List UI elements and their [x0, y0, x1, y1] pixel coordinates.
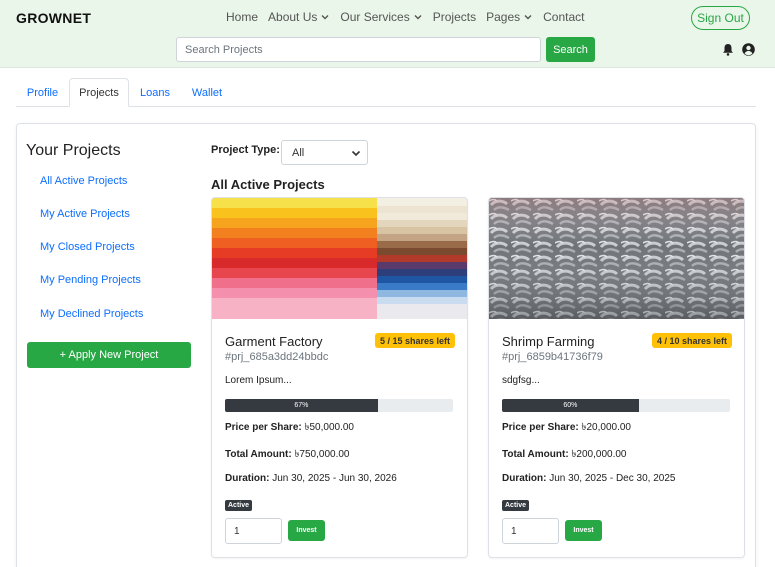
nav-home-label: Home: [226, 10, 259, 24]
tab-wallet[interactable]: Wallet: [181, 78, 233, 107]
quantity-input[interactable]: [225, 518, 282, 544]
status-badge: Active: [225, 500, 253, 511]
project-description: sdgfsg...: [502, 375, 540, 386]
apply-new-project-button[interactable]: + Apply New Project: [27, 342, 191, 368]
sidebar-title: Your Projects: [26, 142, 121, 159]
nav-home[interactable]: Home: [226, 10, 258, 24]
nav-contact[interactable]: Contact: [543, 10, 584, 24]
project-type-label: Project Type:: [211, 144, 280, 156]
price-per-share: Price per Share: ৳20,000.00: [502, 420, 631, 437]
project-type-selected: All: [292, 146, 305, 159]
duration-label: Duration:: [502, 473, 547, 484]
section-title: All Active Projects: [211, 177, 325, 192]
project-name: Shrimp Farming: [502, 334, 595, 349]
chevron-down-icon: [414, 15, 422, 20]
nav-pages[interactable]: Pages: [486, 10, 533, 24]
shares-left-badge: 4 / 10 shares left: [651, 333, 732, 348]
invest-button[interactable]: Invest: [565, 520, 602, 541]
duration-label: Duration:: [225, 473, 270, 484]
tab-profile[interactable]: Profile: [16, 78, 69, 107]
price-label: Price per Share:: [502, 422, 579, 433]
tab-loans[interactable]: Loans: [129, 78, 181, 107]
progress-fill: 60%: [502, 399, 639, 412]
price-value: ৳50,000.00: [304, 422, 354, 433]
main-nav: Home About Us Our Services Projects Page…: [226, 10, 594, 24]
project-id: #prj_685a3dd24bbdc: [225, 351, 329, 363]
tab-projects[interactable]: Projects: [69, 78, 129, 107]
status-badge: Active: [502, 500, 530, 511]
project-id: #prj_6859b41736f79: [502, 351, 603, 363]
funding-progress-bar: 60%: [502, 399, 730, 412]
brand-logo[interactable]: GROWNET: [16, 10, 91, 26]
price-value: ৳20,000.00: [581, 422, 631, 433]
nav-projects[interactable]: Projects: [433, 10, 476, 24]
nav-our-services[interactable]: Our Services: [340, 10, 422, 24]
project-type-select[interactable]: All: [281, 140, 368, 165]
shrimp-image: [489, 198, 744, 319]
invest-button[interactable]: Invest: [288, 520, 325, 541]
sign-out-button[interactable]: Sign Out: [691, 6, 750, 30]
nav-about-us-label: About Us: [268, 10, 318, 24]
price-per-share: Price per Share: ৳50,000.00: [225, 420, 354, 437]
quantity-input[interactable]: [502, 518, 559, 544]
project-description: Lorem Ipsum...: [225, 375, 292, 386]
top-navbar: GROWNET Home About Us Our Services Proje…: [0, 0, 775, 68]
duration-value: Jun 30, 2025 - Jun 30, 2026: [272, 473, 397, 484]
chevron-down-icon: [321, 15, 329, 20]
funding-progress-bar: 67%: [225, 399, 453, 412]
project-card: Garment Factory 5 / 15 shares left #prj_…: [211, 197, 468, 558]
sidebar-link-my-declined[interactable]: My Declined Projects: [40, 308, 143, 320]
shares-left-badge: 5 / 15 shares left: [374, 333, 455, 348]
sidebar-link-all-active[interactable]: All Active Projects: [40, 175, 127, 187]
bell-icon[interactable]: [722, 43, 734, 56]
chevron-down-icon: [351, 150, 361, 157]
fabric-stack-image: [212, 198, 467, 319]
sidebar-link-my-pending[interactable]: My Pending Projects: [40, 274, 141, 286]
project-name: Garment Factory: [225, 334, 323, 349]
price-label: Price per Share:: [225, 422, 302, 433]
duration-value: Jun 30, 2025 - Dec 30, 2025: [549, 473, 676, 484]
nav-about-us[interactable]: About Us: [268, 10, 330, 24]
nav-our-services-label: Our Services: [340, 10, 410, 24]
total-amount: Total Amount: ৳200,000.00: [502, 447, 626, 464]
nav-projects-label: Projects: [432, 10, 477, 24]
total-label: Total Amount:: [502, 449, 569, 460]
profile-tabs: Profile Projects Loans Wallet: [16, 78, 756, 107]
chevron-down-icon: [524, 15, 532, 20]
nav-pages-label: Pages: [486, 10, 521, 24]
search-input[interactable]: [176, 37, 541, 62]
duration: Duration: Jun 30, 2025 - Jun 30, 2026: [225, 473, 397, 484]
total-value: ৳200,000.00: [571, 449, 627, 460]
total-label: Total Amount:: [225, 449, 292, 460]
total-amount: Total Amount: ৳750,000.00: [225, 447, 349, 464]
project-card: Shrimp Farming 4 / 10 shares left #prj_6…: [488, 197, 745, 558]
sidebar-link-my-closed[interactable]: My Closed Projects: [40, 241, 135, 253]
total-value: ৳750,000.00: [294, 449, 350, 460]
search-button[interactable]: Search: [546, 37, 595, 62]
nav-contact-label: Contact: [543, 10, 585, 24]
sidebar-link-my-active[interactable]: My Active Projects: [40, 208, 130, 220]
duration: Duration: Jun 30, 2025 - Dec 30, 2025: [502, 473, 675, 484]
user-icon[interactable]: [742, 43, 755, 56]
progress-fill: 67%: [225, 399, 378, 412]
